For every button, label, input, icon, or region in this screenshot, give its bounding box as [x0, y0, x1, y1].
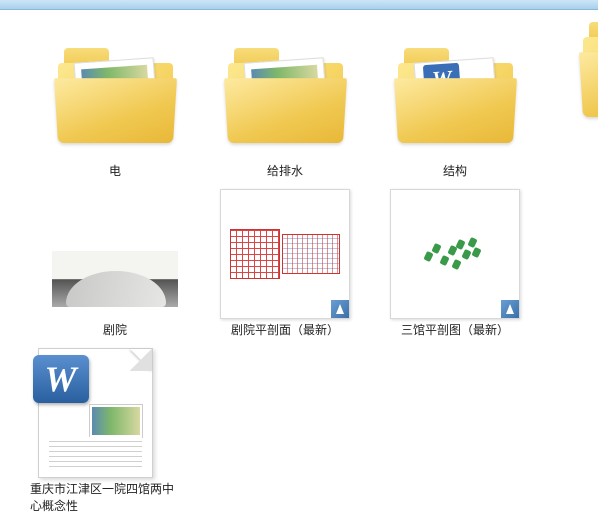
folder-icon: W	[390, 30, 520, 160]
item-label: 剧院平剖面（最新）	[231, 321, 339, 338]
file-item[interactable]: 剧院平剖面（最新）	[200, 189, 370, 338]
shortcut-overlay-icon	[331, 300, 349, 318]
file-item-partial[interactable]	[558, 240, 598, 310]
file-item[interactable]: 剧院	[30, 189, 200, 338]
word-doc-icon: W	[30, 348, 160, 478]
file-item[interactable]: W 重庆市江津区一院四馆两中心概念性	[30, 348, 200, 514]
file-item[interactable]: 三馆平剖图（最新）	[370, 189, 540, 338]
toolbar	[0, 0, 598, 10]
folder-item[interactable]: 给排水	[200, 30, 370, 179]
item-label: 结构	[443, 162, 467, 179]
image-thumbnail	[50, 189, 180, 319]
item-label: 三馆平剖图（最新）	[401, 321, 509, 338]
item-label: 重庆市江津区一院四馆两中心概念性	[30, 480, 180, 514]
folder-icon	[50, 30, 180, 160]
folder-item[interactable]: 电	[30, 30, 200, 179]
file-grid: 电 给排水 W 结构 剧院	[0, 10, 598, 524]
image-thumbnail	[390, 189, 520, 319]
image-thumbnail	[220, 189, 350, 319]
shortcut-overlay-icon	[501, 300, 519, 318]
folder-item[interactable]: W 结构	[370, 30, 540, 179]
folder-item-partial[interactable]	[583, 22, 598, 117]
item-label: 给排水	[267, 162, 303, 179]
item-label: 电	[109, 162, 121, 179]
folder-icon	[220, 30, 350, 160]
item-label: 剧院	[103, 321, 127, 338]
